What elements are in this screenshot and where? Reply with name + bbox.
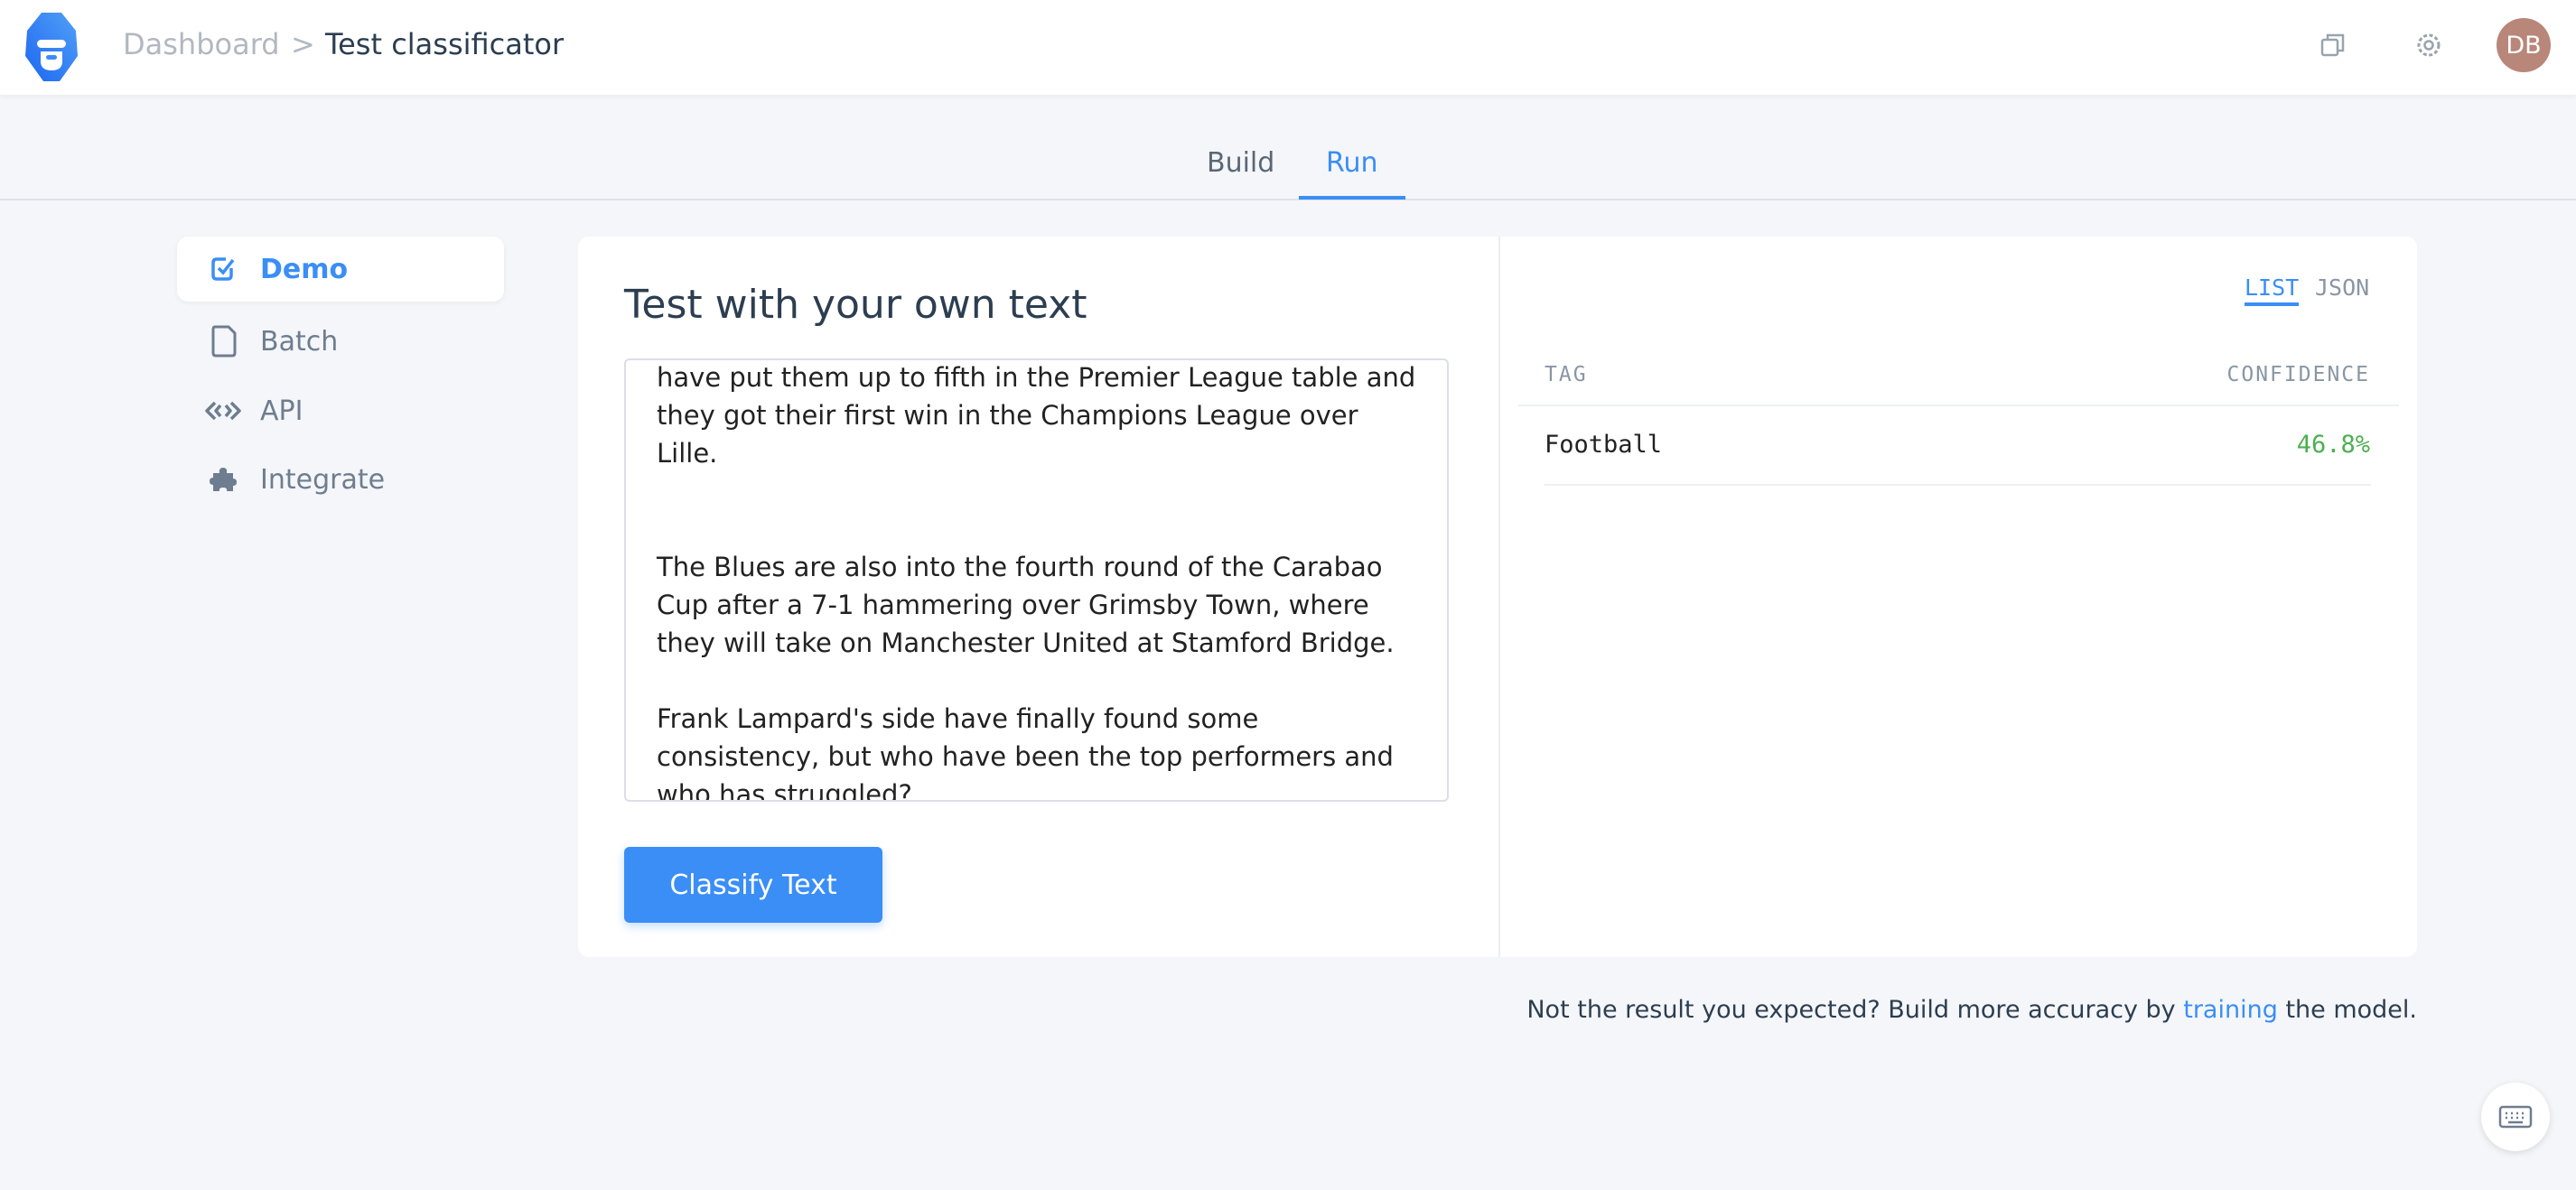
puzzle-icon [210,468,237,491]
tab-bar: Build Run [0,95,2576,200]
text-input[interactable]: have put them up to fifth in the Premier… [624,358,1449,802]
text-paragraph: The Blues are also into the fourth round… [657,552,1395,658]
avatar[interactable]: DB [2497,18,2551,72]
classify-text-button[interactable]: Classify Text [624,847,882,923]
code-icon [205,401,241,421]
checkbox-icon [211,257,235,281]
tab-build[interactable]: Build [1180,147,1302,200]
column-header-confidence: CONFIDENCE [2226,363,2370,386]
demo-title: Test with your own text [624,282,1087,328]
column-header-tag: TAG [1545,363,1588,386]
text-paragraph: Frank Lampard's side have finally found … [657,703,1403,802]
gear-icon[interactable] [2413,30,2444,60]
row-divider [1545,484,2371,486]
sidebar-item-demo[interactable]: Demo [177,237,504,302]
training-link[interactable]: training [2183,996,2278,1024]
sidebar-item-label: Integrate [260,463,386,496]
sidebar-item-api[interactable]: API [177,378,504,443]
text-paragraph: have put them up to fifth in the Premier… [657,362,1424,469]
copy-icon[interactable] [2319,32,2347,59]
monkeylearn-logo-icon[interactable] [22,9,81,85]
breadcrumb-current: Test classificator [325,27,565,61]
demo-card: Test with your own text have put them up… [578,237,2417,957]
footer-text: Not the result you expected? Build more … [1526,996,2184,1024]
format-list-tab[interactable]: LIST [2245,274,2300,306]
sidebar-item-label: API [260,395,303,427]
result-tag: Football [1545,431,1663,459]
footer-hint: Not the result you expected? Build more … [1526,996,2417,1024]
sidebar-item-label: Demo [260,253,349,285]
sidebar-item-integrate[interactable]: Integrate [177,447,504,512]
tab-run[interactable]: Run [1299,147,1405,200]
result-confidence: 46.8% [2296,431,2370,459]
file-icon [211,325,237,358]
keyboard-shortcuts-button[interactable] [2481,1083,2550,1151]
sidebar-item-label: Batch [260,325,339,358]
top-bar: Dashboard > Test classificator DB [0,0,2576,95]
sidebar-item-batch[interactable]: Batch [177,309,504,374]
format-json-tab[interactable]: JSON [2315,274,2369,301]
footer-text: the model. [2277,996,2417,1024]
divider [1498,237,1500,957]
breadcrumb-separator: > [291,27,315,61]
header-divider [1518,404,2399,406]
breadcrumb-dashboard[interactable]: Dashboard [123,27,280,61]
text-paragraph [657,472,1416,548]
keyboard-icon [2498,1105,2533,1129]
